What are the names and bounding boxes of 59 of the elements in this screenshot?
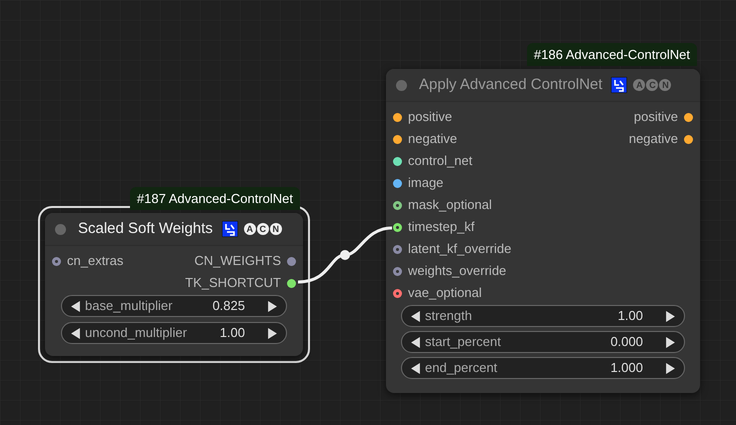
output-label: CN_WEIGHTS (194, 252, 281, 270)
right-arrow-icon[interactable] (665, 362, 676, 374)
input-label: control_net (408, 152, 472, 170)
node-panel[interactable]: Scaled Soft Weights A C N cn_extras CN_WEIGHTS TK_SHORTCUT base_multiplier 0.825 uncond_multiplier 1.00 (45, 213, 303, 356)
widget-label: end_percent (425, 359, 498, 378)
left-arrow-icon[interactable] (70, 328, 81, 338)
left-arrow-icon[interactable] (70, 300, 81, 312)
widget-value: 1.00 (220, 324, 245, 342)
input-label: vae_optional (408, 284, 482, 302)
node-title: Apply Advanced ControlNet (419, 74, 602, 95)
right-arrow-icon[interactable] (665, 310, 676, 322)
slot-dot[interactable] (393, 222, 402, 232)
left-arrow-icon[interactable] (410, 310, 421, 322)
widget-value: 1.000 (610, 359, 643, 378)
widget-label: base_multiplier (85, 297, 174, 316)
widget-value: 0.825 (212, 297, 245, 316)
output-label: negative (628, 130, 678, 148)
widget-label: uncond_multiplier (85, 324, 188, 342)
number-widget[interactable]: uncond_multiplier 1.00 (61, 322, 287, 344)
slot-dot[interactable] (393, 200, 402, 210)
number-widget[interactable]: end_percent 1.000 (401, 357, 685, 379)
input-label: image (408, 174, 444, 192)
letter-badge: A (244, 223, 256, 235)
output-label: positive (634, 108, 678, 126)
node-title: Scaled Soft Weights (78, 218, 213, 239)
node-badge: #186 Advanced-ControlNet (526, 43, 697, 66)
widget-label: start_percent (425, 333, 502, 352)
right-arrow-icon[interactable] (267, 300, 278, 312)
input-label: weights_override (408, 262, 506, 280)
number-widget[interactable]: start_percent 0.000 (401, 331, 685, 353)
letter-badge: N (659, 79, 672, 91)
widget-value: 1.00 (618, 307, 643, 326)
slot-dot[interactable] (393, 288, 402, 298)
right-arrow-icon[interactable] (267, 328, 278, 338)
node-pack-icon (611, 77, 628, 93)
slot-dot[interactable] (393, 244, 402, 254)
letter-badge: C (256, 223, 269, 235)
node-badge: #187 Advanced-ControlNet (130, 187, 300, 210)
input-label: negative (408, 130, 458, 148)
letter-badge: C (646, 79, 658, 91)
slot-dot[interactable] (393, 266, 402, 276)
output-label: TK_SHORTCUT (185, 274, 281, 292)
left-arrow-icon[interactable] (410, 362, 421, 374)
input-label: cn_extras (67, 252, 124, 270)
input-label: mask_optional (408, 196, 492, 214)
node-panel[interactable] (386, 69, 700, 393)
number-widget[interactable]: strength 1.00 (401, 305, 685, 327)
widget-label: strength (425, 307, 473, 326)
letter-badge: A (633, 79, 646, 91)
right-arrow-icon[interactable] (665, 336, 676, 348)
widget-value: 0.000 (610, 333, 643, 352)
input-label: latent_kf_override (408, 240, 512, 258)
number-widget[interactable]: base_multiplier 0.825 (61, 295, 287, 317)
slot-dot[interactable] (52, 256, 61, 266)
input-label: timestep_kf (408, 218, 474, 236)
input-label: positive (408, 108, 452, 126)
node-pack-icon (222, 221, 238, 237)
left-arrow-icon[interactable] (410, 336, 421, 348)
letter-badge: N (270, 223, 282, 235)
